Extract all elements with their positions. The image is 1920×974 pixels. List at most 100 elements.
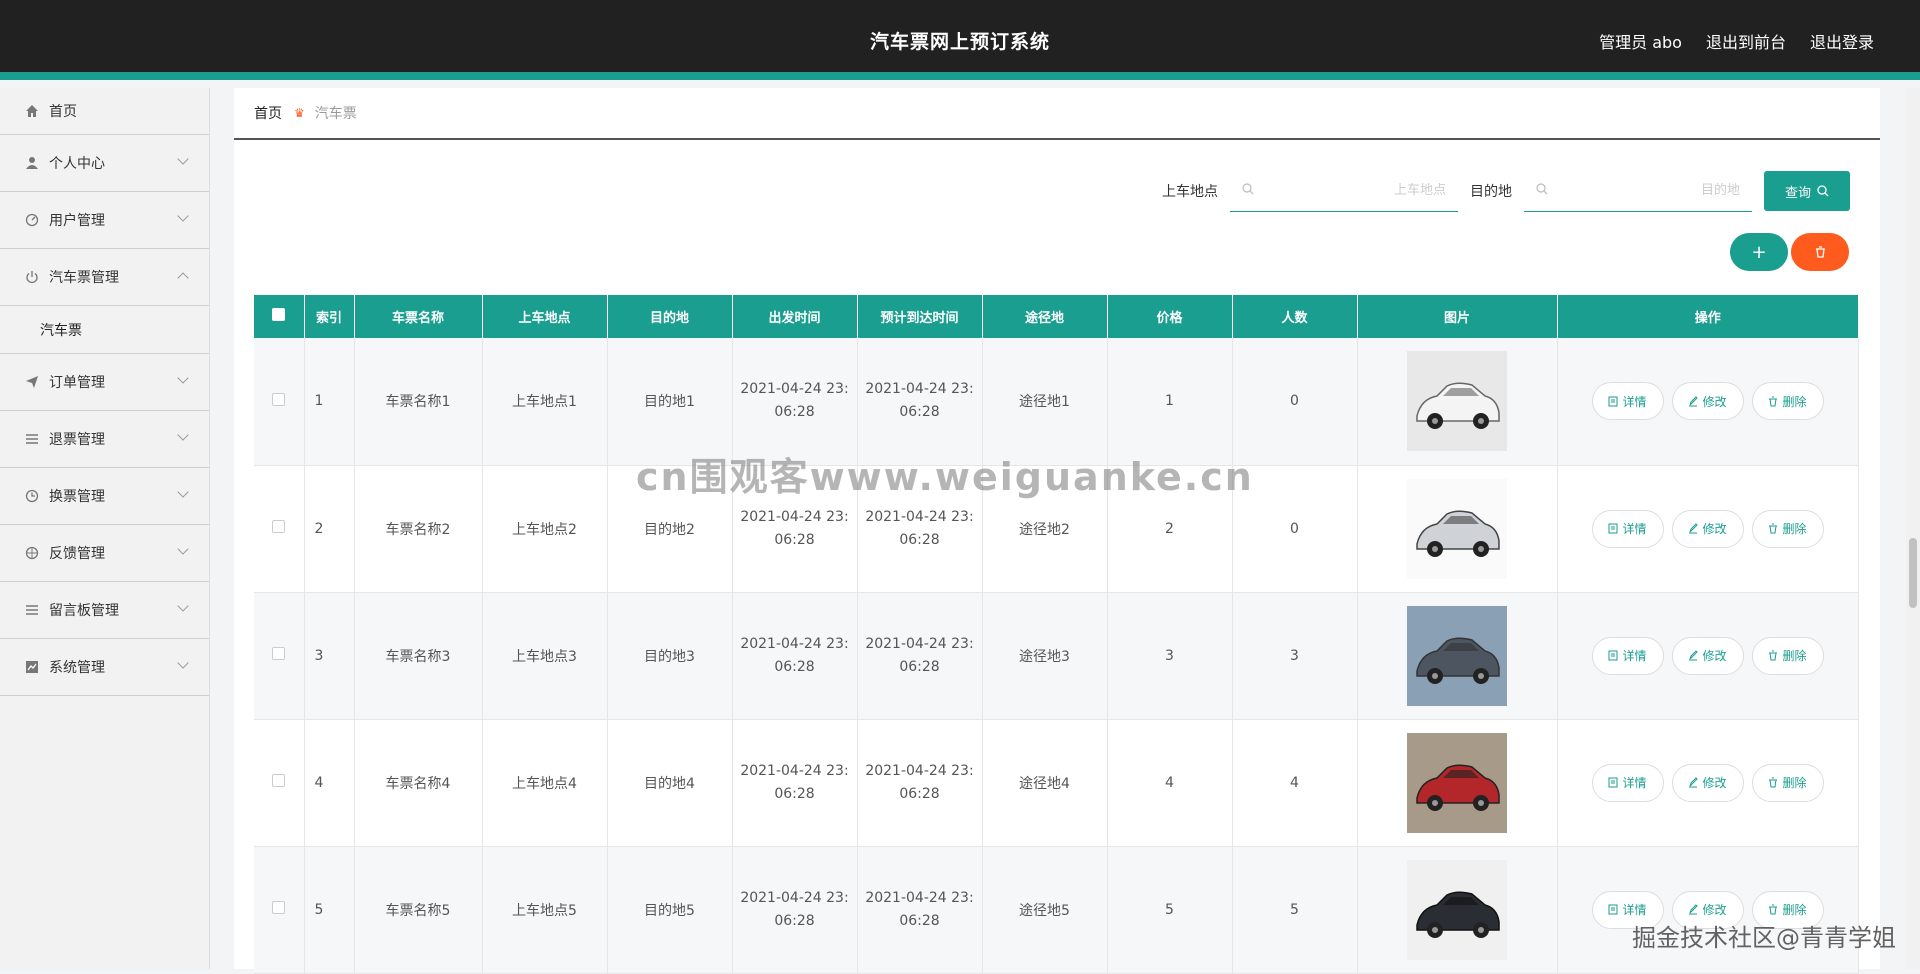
cell-name: 车票名称2 <box>354 465 482 592</box>
edit-button[interactable]: 修改 <box>1672 510 1744 548</box>
home-icon <box>24 103 40 119</box>
document-icon <box>1608 777 1618 788</box>
delete-button[interactable]: 删除 <box>1752 891 1824 929</box>
edit-label: 修改 <box>1702 901 1726 918</box>
sidebar: 首页 个人中心 用户管理 汽车票管理 汽车票 订单管理 退票管理 <box>0 88 210 969</box>
delete-button[interactable]: 删除 <box>1752 764 1824 802</box>
edit-label: 修改 <box>1702 393 1726 410</box>
delete-label: 删除 <box>1782 901 1806 918</box>
cell-arrive: 2021-04-24 23:06:28 <box>857 465 982 592</box>
row-checkbox[interactable] <box>272 393 285 406</box>
table-row: 3车票名称3上车地点3目的地32021-04-24 23:06:282021-0… <box>254 592 1858 719</box>
cell-actions: 详情修改删除 <box>1557 592 1858 719</box>
sidebar-item-refund-management[interactable]: 退票管理 <box>0 411 209 468</box>
delete-button[interactable]: 删除 <box>1752 637 1824 675</box>
query-label: 查询 <box>1785 182 1811 201</box>
cell-image <box>1357 465 1557 592</box>
column-header: 价格 <box>1107 295 1232 338</box>
sidebar-item-exchange-management[interactable]: 换票管理 <box>0 468 209 525</box>
breadcrumb-home[interactable]: 首页 <box>254 103 282 123</box>
delete-button[interactable]: 删除 <box>1752 382 1824 420</box>
arrive-date: 2021-04-24 23: <box>858 506 982 529</box>
detail-button[interactable]: 详情 <box>1592 510 1664 548</box>
column-header: 索引 <box>304 295 354 338</box>
sidebar-item-message-board-management[interactable]: 留言板管理 <box>0 582 209 639</box>
sidebar-item-feedback-management[interactable]: 反馈管理 <box>0 525 209 582</box>
cell-name: 车票名称1 <box>354 338 482 465</box>
gauge-icon <box>24 212 40 228</box>
cell-price: 4 <box>1107 719 1232 846</box>
row-select-cell[interactable] <box>254 719 304 846</box>
main-content: 首页 ♛ 汽车票 上车地点 目的地 查询 + <box>234 88 1880 969</box>
cell-image <box>1357 592 1557 719</box>
cell-price: 5 <box>1107 846 1232 973</box>
sidebar-item-system-management[interactable]: 系统管理 <box>0 639 209 696</box>
plus-icon: + <box>1751 242 1766 263</box>
cell-dest: 目的地5 <box>607 846 732 973</box>
cell-depart: 2021-04-24 23:06:28 <box>732 592 857 719</box>
destination-input[interactable] <box>1550 183 1740 198</box>
detail-button[interactable]: 详情 <box>1592 764 1664 802</box>
row-select-cell[interactable] <box>254 846 304 973</box>
edit-button[interactable]: 修改 <box>1672 382 1744 420</box>
cell-price: 2 <box>1107 465 1232 592</box>
delete-label: 删除 <box>1782 520 1806 537</box>
select-all-header[interactable] <box>254 295 304 338</box>
cell-people: 3 <box>1232 592 1357 719</box>
scrollbar-thumb[interactable] <box>1909 538 1917 608</box>
sidebar-item-order-management[interactable]: 订单管理 <box>0 354 209 411</box>
logout-link[interactable]: 退出登录 <box>1810 29 1874 53</box>
sidebar-item-label: 首页 <box>49 101 77 121</box>
cell-arrive: 2021-04-24 23:06:28 <box>857 846 982 973</box>
table-header-row: 索引 车票名称 上车地点 目的地 出发时间 预计到达时间 途径地 价格 人数 图… <box>254 295 1858 338</box>
chevron-down-icon <box>177 372 188 383</box>
row-checkbox[interactable] <box>272 520 285 533</box>
start-location-input[interactable] <box>1256 183 1446 198</box>
list-icon <box>24 431 40 447</box>
detail-button[interactable]: 详情 <box>1592 382 1664 420</box>
sidebar-item-label: 汽车票管理 <box>49 267 119 287</box>
table-row: 2车票名称2上车地点2目的地22021-04-24 23:06:282021-0… <box>254 465 1858 592</box>
trash-icon <box>1815 246 1826 258</box>
sidebar-item-home[interactable]: 首页 <box>0 88 209 135</box>
row-select-cell[interactable] <box>254 338 304 465</box>
row-select-cell[interactable] <box>254 465 304 592</box>
edit-button[interactable]: 修改 <box>1672 891 1744 929</box>
sidebar-item-user-management[interactable]: 用户管理 <box>0 192 209 249</box>
row-select-cell[interactable] <box>254 592 304 719</box>
detail-button[interactable]: 详情 <box>1592 891 1664 929</box>
add-button[interactable]: + <box>1730 233 1788 271</box>
sidebar-item-label: 留言板管理 <box>49 600 119 620</box>
row-checkbox[interactable] <box>272 901 285 914</box>
row-checkbox[interactable] <box>272 647 285 660</box>
delete-button[interactable]: 删除 <box>1752 510 1824 548</box>
arrive-time: 06:28 <box>858 910 982 933</box>
sidebar-subitem-ticket[interactable]: 汽车票 <box>0 306 209 354</box>
cell-image <box>1357 338 1557 465</box>
select-all-checkbox[interactable] <box>272 308 285 321</box>
document-icon <box>1608 904 1618 915</box>
trash-icon <box>1768 904 1778 915</box>
top-header: 汽车票网上预订系统 管理员 abo 退出到前台 退出登录 <box>0 0 1920 80</box>
detail-button[interactable]: 详情 <box>1592 637 1664 675</box>
sidebar-item-personal-center[interactable]: 个人中心 <box>0 135 209 192</box>
row-checkbox[interactable] <box>272 774 285 787</box>
cell-actions: 详情修改删除 <box>1557 719 1858 846</box>
batch-delete-button[interactable] <box>1791 233 1849 271</box>
trash-icon <box>1768 523 1778 534</box>
sidebar-item-ticket-management[interactable]: 汽车票管理 <box>0 249 209 306</box>
chevron-up-icon <box>177 272 188 283</box>
list-icon <box>24 602 40 618</box>
cell-dest: 目的地3 <box>607 592 732 719</box>
exit-to-front-link[interactable]: 退出到前台 <box>1706 29 1786 53</box>
detail-label: 详情 <box>1622 393 1646 410</box>
sidebar-item-label: 系统管理 <box>49 657 105 677</box>
edit-button[interactable]: 修改 <box>1672 637 1744 675</box>
cell-index: 2 <box>304 465 354 592</box>
car-image <box>1407 733 1507 833</box>
cell-people: 4 <box>1232 719 1357 846</box>
cell-start: 上车地点4 <box>482 719 607 846</box>
page-scrollbar[interactable] <box>1906 88 1920 969</box>
edit-button[interactable]: 修改 <box>1672 764 1744 802</box>
query-button[interactable]: 查询 <box>1764 171 1850 211</box>
